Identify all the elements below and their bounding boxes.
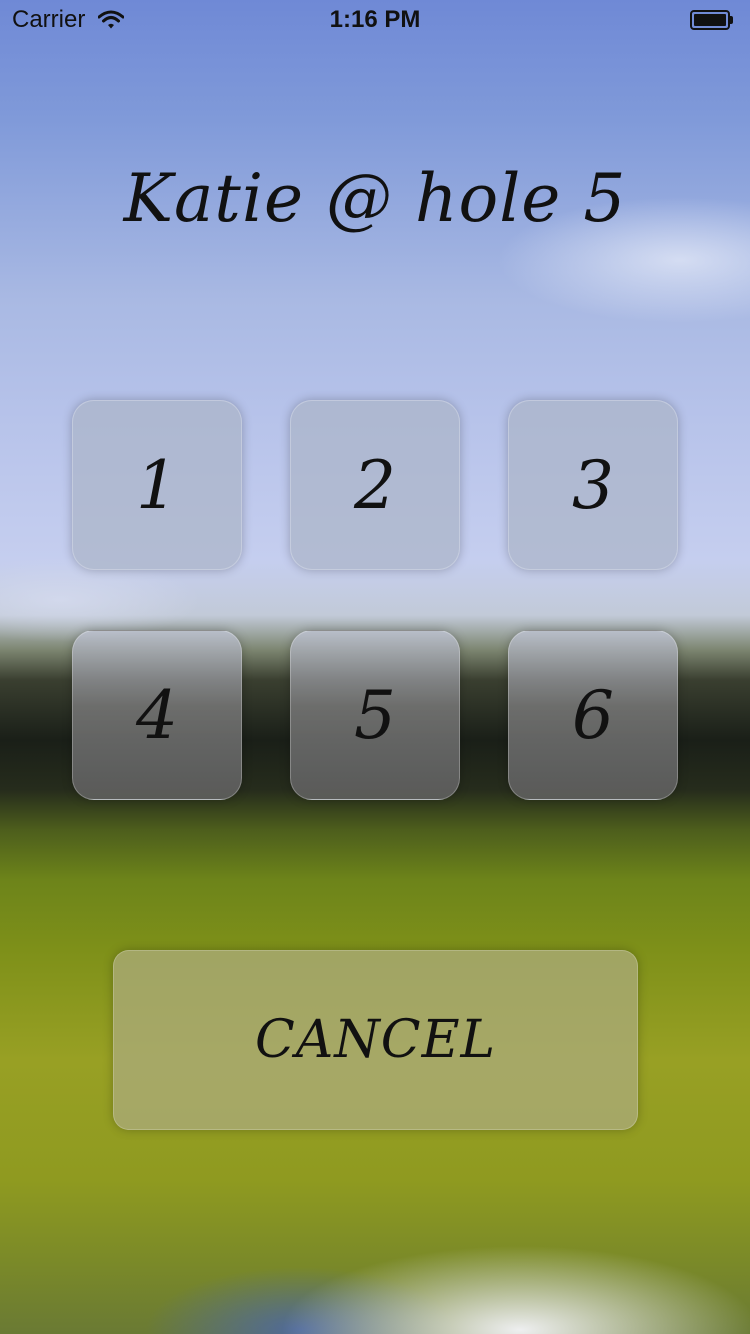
keypad-button-2[interactable]: 2 — [290, 400, 460, 570]
battery-icon — [690, 10, 734, 30]
cancel-button[interactable]: CANCEL — [113, 950, 638, 1130]
keypad-button-6[interactable]: 6 — [508, 630, 678, 800]
keypad-button-3[interactable]: 3 — [508, 400, 678, 570]
keypad-button-5[interactable]: 5 — [290, 630, 460, 800]
status-time: 1:16 PM — [329, 6, 421, 33]
screen-title: Katie @ hole 5 — [123, 160, 627, 237]
status-bar: Carrier 1:16 PM — [0, 0, 750, 40]
keypad-button-1[interactable]: 1 — [72, 400, 242, 570]
keypad-button-4[interactable]: 4 — [72, 630, 242, 800]
